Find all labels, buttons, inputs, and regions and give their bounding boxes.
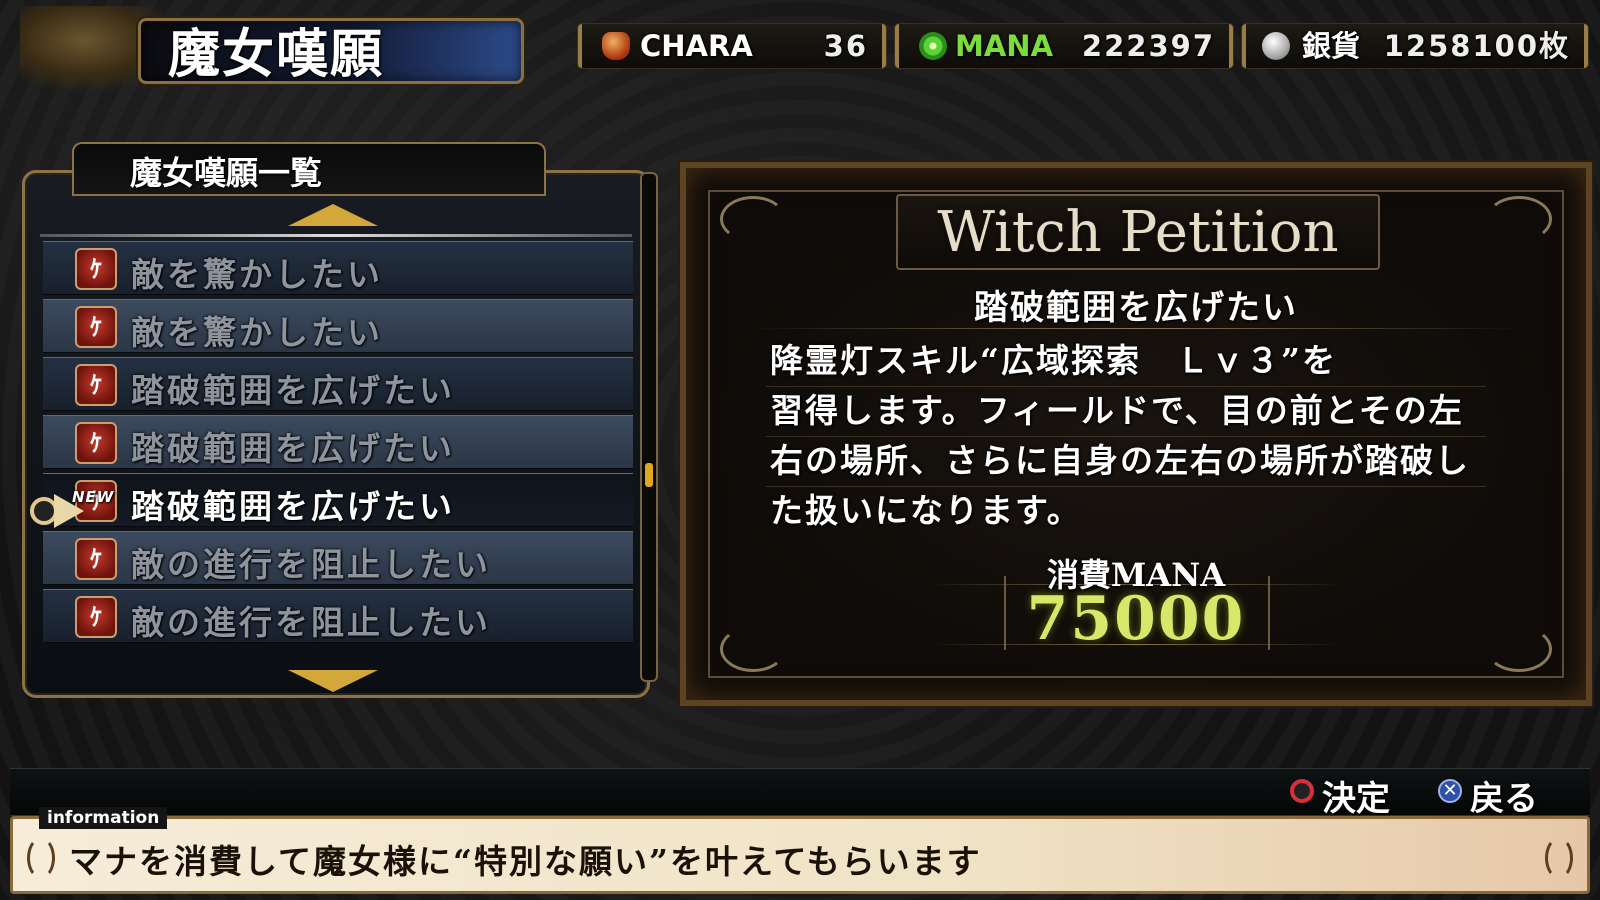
petition-heading: 踏破範囲を広げたい	[974, 288, 1298, 328]
new-tag: NEW	[72, 488, 115, 506]
mana-orb-icon	[919, 32, 947, 60]
silver-counter: 銀貨 1258100枚	[1242, 24, 1588, 68]
panel-title: Witch Petition	[937, 200, 1339, 265]
description-line: 右の場所、さらに自身の左右の場所が踏破し	[770, 441, 1470, 480]
list-scrollbar[interactable]	[640, 172, 658, 682]
chara-label: CHARA	[640, 29, 753, 63]
petition-badge-icon: ｹ	[75, 306, 117, 348]
petition-badge-icon: ｹ	[75, 248, 117, 290]
mana-label: MANA	[955, 29, 1054, 63]
screen-title: 魔女嘆願	[168, 24, 385, 85]
scrollbar-thumb[interactable]	[645, 463, 653, 487]
petition-list-item[interactable]: ｹ 敵を驚かしたい	[43, 241, 633, 295]
petition-list-item[interactable]: ｹ 敵の進行を阻止したい	[43, 531, 633, 585]
info-ornament-icon	[27, 837, 55, 879]
scroll-down-arrow-icon[interactable]	[288, 670, 378, 692]
petition-list-item[interactable]: ｹ 敵の進行を阻止したい	[43, 589, 633, 643]
petition-item-label: 敵を驚かしたい	[131, 313, 383, 352]
list-divider	[40, 234, 632, 237]
scroll-up-arrow-icon[interactable]	[288, 204, 378, 226]
petition-item-label: 敵の進行を阻止したい	[131, 545, 491, 584]
description-line: た扱いになります。	[770, 491, 1082, 530]
petition-list-item[interactable]: ｹ踏破範囲を広げたい	[43, 473, 633, 527]
character-icon	[602, 32, 630, 60]
information-bar: information マナを消費して魔女様に“特別な願い”を叶えてもらいます	[10, 807, 1590, 894]
confirm-button[interactable]: 決定	[1322, 771, 1390, 820]
chara-value: 36	[823, 29, 868, 63]
list-title-tab: 魔女嘆願一覧	[72, 142, 546, 196]
description-line: 降霊灯スキル“広域探索 Ｌｖ３”を	[770, 341, 1337, 380]
petition-badge-icon: ｹ	[75, 364, 117, 406]
info-ornament-icon	[1545, 837, 1573, 879]
information-text: マナを消費して魔女様に“特別な願い”を叶えてもらいます	[69, 842, 982, 881]
information-tab: information	[39, 807, 168, 829]
petition-list: ｹ敵を驚かしたいｹ敵を驚かしたいｹ踏破範囲を広げたいｹ踏破範囲を広げたいｹ踏破範…	[43, 223, 633, 673]
petition-item-label: 踏破範囲を広げたい	[131, 487, 455, 526]
petition-badge-icon: ｹ	[75, 422, 117, 464]
circle-button-icon	[1290, 779, 1314, 803]
cost-value: 75000	[1026, 584, 1246, 654]
silver-label: 銀貨	[1302, 29, 1361, 63]
list-title: 魔女嘆願一覧	[130, 154, 323, 192]
silver-coin-icon	[1262, 32, 1290, 60]
petition-list-panel: ｹ敵を驚かしたいｹ敵を驚かしたいｹ踏破範囲を広げたいｹ踏破範囲を広げたいｹ踏破範…	[22, 170, 650, 698]
description-line: 習得します。フィールドで、目の前とその左	[770, 391, 1464, 430]
petition-badge-icon: ｹ	[75, 596, 117, 638]
silver-value: 1258100枚	[1383, 29, 1570, 63]
heading-divider	[746, 328, 1526, 329]
petition-list-item[interactable]: ｹ 敵を驚かしたい	[43, 299, 633, 353]
petition-item-label: 敵の進行を阻止したい	[131, 603, 491, 642]
corner-ornament-icon	[720, 196, 786, 242]
petition-item-label: 踏破範囲を広げたい	[131, 429, 455, 468]
back-button[interactable]: 戻る	[1470, 771, 1538, 820]
chara-counter: CHARA 36	[578, 24, 886, 68]
petition-list-item[interactable]: ｹ 踏破範囲を広げたい	[43, 415, 633, 469]
corner-ornament-icon	[1486, 196, 1552, 242]
cross-button-icon: ✕	[1438, 779, 1462, 803]
mana-value: 222397	[1081, 29, 1215, 63]
petition-detail-panel: Witch Petition 踏破範囲を広げたい 降霊灯スキル“広域探索 Ｌｖ３…	[680, 162, 1592, 706]
petition-item-label: 踏破範囲を広げたい	[131, 371, 455, 410]
panel-title-plate: Witch Petition	[896, 194, 1380, 270]
petition-badge-icon: ｹ	[75, 538, 117, 580]
mana-counter: MANA 222397	[895, 24, 1233, 68]
control-hint-bar: 決定 ✕ 戻る	[10, 768, 1590, 819]
petition-list-item[interactable]: ｹ 踏破範囲を広げたい	[43, 357, 633, 411]
petition-item-label: 敵を驚かしたい	[131, 255, 383, 294]
